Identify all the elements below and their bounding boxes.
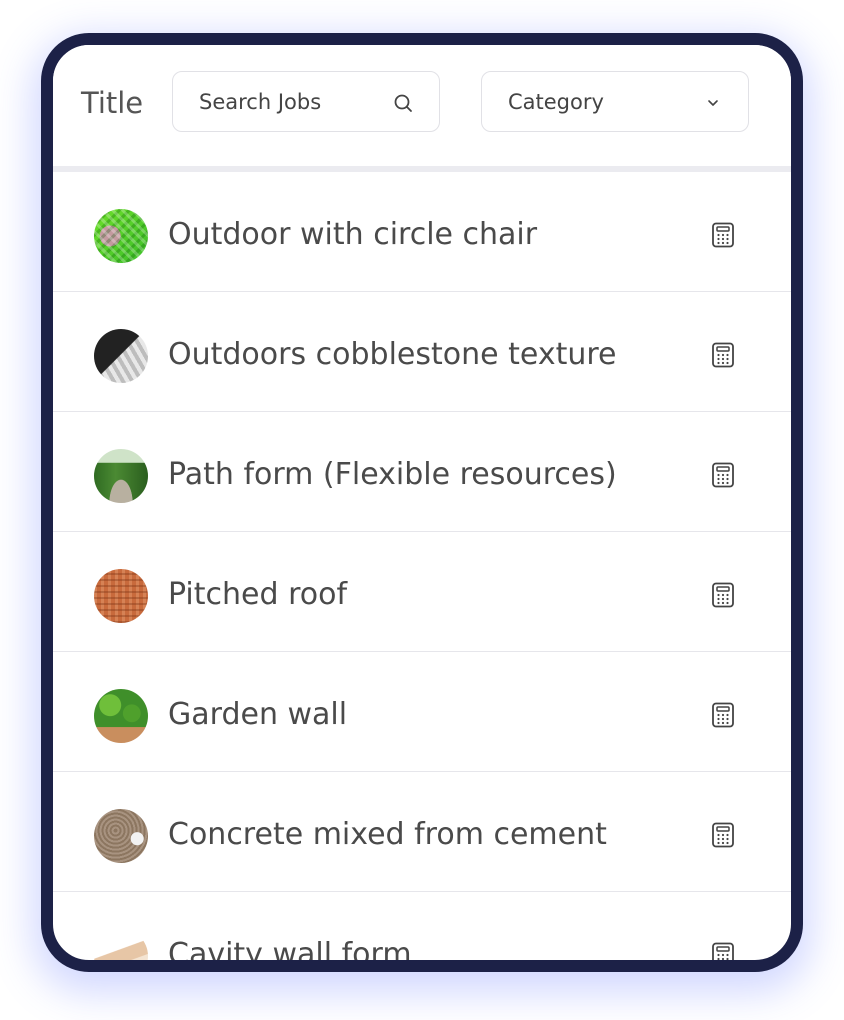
list-item[interactable]: Pitched roof xyxy=(53,532,791,652)
search-input[interactable]: Search Jobs xyxy=(172,71,440,132)
thumbnail-image xyxy=(94,809,148,863)
list-item[interactable]: Outdoors cobblestone texture xyxy=(53,292,791,412)
search-placeholder: Search Jobs xyxy=(199,90,322,114)
list-item-label: Concrete mixed from cement xyxy=(168,817,607,852)
calculator-icon[interactable] xyxy=(711,942,735,968)
search-icon[interactable] xyxy=(392,92,414,114)
thumbnail-image xyxy=(94,449,148,503)
category-dropdown[interactable]: Category xyxy=(481,71,749,132)
page-title: Title xyxy=(81,86,144,120)
calculator-icon[interactable] xyxy=(711,582,735,608)
list-item[interactable]: Outdoor with circle chair xyxy=(53,172,791,292)
thumbnail-image xyxy=(94,689,148,743)
device-frame: Title Search Jobs Category Outdoor with … xyxy=(41,33,803,972)
thumbnail-image xyxy=(94,209,148,263)
calculator-icon[interactable] xyxy=(711,342,735,368)
list-item[interactable]: Garden wall xyxy=(53,652,791,772)
calculator-icon[interactable] xyxy=(711,462,735,488)
list-item[interactable]: Concrete mixed from cement xyxy=(53,772,791,892)
calculator-icon[interactable] xyxy=(711,822,735,848)
list-item-label: Garden wall xyxy=(168,697,348,732)
list-item-label: Outdoors cobblestone texture xyxy=(168,337,617,372)
job-list[interactable]: Outdoor with circle chair Outdoors cobbl… xyxy=(53,172,791,972)
list-item-label: Pitched roof xyxy=(168,577,348,612)
category-label: Category xyxy=(508,90,604,114)
list-item-label: Path form (Flexible resources) xyxy=(168,457,617,492)
thumbnail-image xyxy=(94,929,148,960)
calculator-icon[interactable] xyxy=(711,222,735,248)
list-item-label: Cavity wall form xyxy=(168,937,412,972)
calculator-icon[interactable] xyxy=(711,702,735,728)
header: Title Search Jobs Category xyxy=(53,45,791,166)
chevron-down-icon xyxy=(708,100,718,106)
thumbnail-image xyxy=(94,329,148,383)
list-item-label: Outdoor with circle chair xyxy=(168,217,538,252)
list-item[interactable]: Cavity wall form xyxy=(53,892,791,972)
thumbnail-image xyxy=(94,569,148,623)
list-item[interactable]: Path form (Flexible resources) xyxy=(53,412,791,532)
